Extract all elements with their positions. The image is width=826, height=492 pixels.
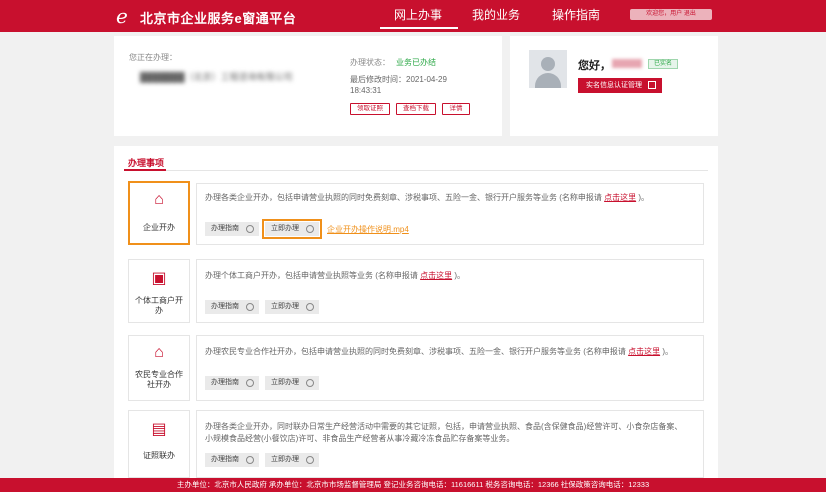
apply-now-button[interactable]: 立即办理 — [265, 376, 319, 390]
house-icon: ⌂ — [154, 344, 164, 361]
current-label: 您正在办理： — [129, 53, 177, 62]
name-declare-link[interactable]: 点击这里 — [420, 271, 452, 280]
guide-label: 办理指南 — [211, 225, 239, 232]
top-bar: e 北京市企业服务e窗通平台 网上办事 我的业务 操作指南 欢迎您，用户 退出 — [0, 0, 826, 32]
tab-services[interactable]: 办理事项 — [128, 156, 164, 169]
guide-label: 办理指南 — [211, 456, 239, 463]
item-individual-business[interactable]: ▣ 个体工商户开办 — [128, 259, 190, 323]
guide-button[interactable]: 办理指南 — [205, 300, 259, 314]
video-guide-link[interactable]: 企业开办操作说明.mp4 — [327, 224, 409, 235]
name-declare-link[interactable]: 点击这里 — [628, 347, 660, 356]
item-label: 证照联办 — [143, 451, 175, 460]
user-logout-box[interactable]: 欢迎您，用户 退出 — [630, 9, 712, 20]
desc-text: 办理个体工商户开办，包括申请营业执照等业务 (名称申报请 — [205, 271, 421, 280]
apply-now-button[interactable]: 立即办理 — [265, 300, 319, 314]
desc-text: 办理各类企业开办，包括申请营业执照的同时免费刻章、涉税事项、五险一金、银行开户服… — [205, 193, 605, 202]
guide-label: 办理指南 — [211, 379, 239, 386]
guide-button[interactable]: 办理指南 — [205, 222, 259, 236]
apply-label: 立即办理 — [271, 456, 299, 463]
item-label: 农民专业合作社开办 — [135, 370, 183, 389]
id-card-icon: ▣ — [151, 270, 167, 287]
arrow-right-icon — [306, 303, 314, 311]
apply-now-button[interactable]: 立即办理 — [262, 219, 322, 239]
item-desc: 办理农民专业合作社开办，包括申请营业执照的同时免费刻章、涉税事项、五险一金、银行… — [205, 346, 673, 358]
guide-button[interactable]: 办理指南 — [205, 376, 259, 390]
nav-my-business[interactable]: 我的业务 — [472, 6, 520, 23]
service-list-card: 办理事项 ⌂ 企业开办 办理各类企业开办，包括申请营业执照的同时免费刻章、涉税事… — [114, 146, 718, 482]
nav-active-indicator — [380, 27, 458, 29]
edit-icon — [648, 81, 656, 89]
clock-icon — [246, 225, 254, 233]
company-name: ███████（北京）工程咨询有限公司 — [140, 72, 293, 82]
clock-icon — [246, 379, 254, 387]
item-content-license: 办理各类企业开办，同时联办日常生产经营活动中需要的其它证照，包括，申请营业执照、… — [196, 410, 704, 478]
modified-time: 最后修改时间：2021-04-29 18:43:31 — [350, 75, 447, 95]
arrow-right-icon — [306, 225, 314, 233]
apply-now-button[interactable]: 立即办理 — [265, 453, 319, 467]
current-business-card: 您正在办理： ███████（北京）工程咨询有限公司 办理状态： 业务已办结 最… — [114, 36, 502, 136]
nav-online-service[interactable]: 网上办事 — [394, 6, 442, 23]
clock-icon — [246, 303, 254, 311]
item-enterprise-open[interactable]: ⌂ 企业开办 — [128, 181, 190, 245]
item-label: 企业开办 — [143, 223, 175, 232]
apply-label: 立即办理 — [271, 379, 299, 386]
real-name-auth-button[interactable]: 实名信息认证管理 — [578, 78, 662, 93]
collect-license-button[interactable]: 领取证照 — [350, 103, 390, 115]
desc-text: 办理农民专业合作社开办，包括申请营业执照的同时免费刻章、涉税事项、五险一金、银行… — [205, 347, 629, 356]
name-declare-link[interactable]: 点击这里 — [604, 193, 636, 202]
section-divider — [124, 170, 708, 171]
item-farmer-coop[interactable]: ⌂ 农民专业合作社开办 — [128, 335, 190, 401]
item-desc-line1: 办理各类企业开办，同时联办日常生产经营活动中需要的其它证照，包括，申请营业执照、… — [205, 422, 683, 431]
avatar-head-icon — [541, 57, 555, 71]
nav-operation-guide[interactable]: 操作指南 — [552, 6, 600, 23]
status-key: 办理状态： — [350, 58, 390, 67]
status-badge: 业务已办结 — [396, 58, 436, 67]
arrow-right-icon — [306, 456, 314, 464]
item-content-individual: 办理个体工商户开办，包括申请营业执照等业务 (名称申报请 点击这里 )。 办理指… — [196, 259, 704, 323]
item-content-enterprise: 办理各类企业开办，包括申请营业执照的同时免费刻章、涉税事项、五险一金、银行开户服… — [196, 183, 704, 245]
avatar-body-icon — [535, 73, 561, 88]
real-name-auth-label: 实名信息认证管理 — [586, 82, 642, 89]
auth-badge: 已实名 — [648, 59, 678, 69]
footer: 主办单位：北京市人民政府 承办单位：北京市市场监督管理局 登记业务咨询电话：11… — [0, 478, 826, 492]
desc-tail: )。 — [636, 193, 649, 202]
desc-tail: )。 — [452, 271, 465, 280]
details-button[interactable]: 详情 — [442, 103, 470, 115]
guide-label: 办理指南 — [211, 303, 239, 310]
guide-button[interactable]: 办理指南 — [205, 453, 259, 467]
site-title: 北京市企业服务e窗通平台 — [140, 11, 297, 26]
archive-download-button[interactable]: 查档下载 — [396, 103, 436, 115]
avatar — [529, 50, 567, 88]
clock-icon — [246, 456, 254, 464]
user-card: 您好， 已实名 实名信息认证管理 — [510, 36, 718, 136]
certificate-icon: ▤ — [151, 421, 167, 438]
logo-icon: e — [116, 4, 128, 28]
item-content-coop: 办理农民专业合作社开办，包括申请营业执照的同时免费刻章、涉税事项、五险一金、银行… — [196, 335, 704, 401]
item-desc-line2: 小规模食品经营(小餐饮店)许可、非食品生产经营者从事冷藏冷冻食品贮存备案等业务。 — [205, 434, 515, 443]
item-desc: 办理各类企业开办，包括申请营业执照的同时免费刻章、涉税事项、五险一金、银行开户服… — [205, 192, 649, 204]
tab-active-indicator — [124, 169, 166, 171]
item-desc: 办理个体工商户开办，包括申请营业执照等业务 (名称申报请 点击这里 )。 — [205, 270, 465, 282]
apply-label: 立即办理 — [271, 225, 299, 232]
apply-label: 立即办理 — [271, 303, 299, 310]
building-up-icon: ⌂ — [154, 191, 164, 208]
item-label: 个体工商户开办 — [135, 296, 183, 315]
arrow-right-icon — [306, 379, 314, 387]
item-license-joint[interactable]: ▤ 证照联办 — [128, 410, 190, 478]
desc-tail: )。 — [660, 347, 673, 356]
greeting: 您好， — [578, 60, 611, 72]
user-name-redacted — [612, 59, 642, 68]
